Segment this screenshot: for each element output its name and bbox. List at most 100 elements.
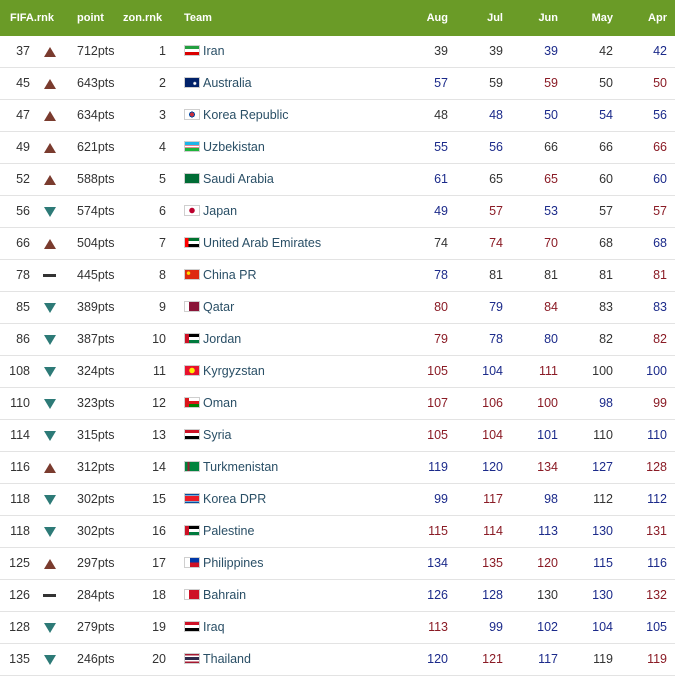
zone-rank: 17 (152, 556, 166, 570)
table-row[interactable]: 66 504pts 7 United Arab Emirates 74 74 70 68 68 (0, 228, 675, 260)
team-name[interactable]: United Arab Emirates (203, 236, 321, 250)
team-name[interactable]: Korea Republic (203, 108, 288, 122)
team-cell[interactable]: Turkmenistan (184, 452, 278, 483)
team-name[interactable]: Japan (203, 204, 237, 218)
table-row[interactable]: 85 389pts 9 Qatar 80 79 84 83 83 (0, 292, 675, 324)
team-cell[interactable]: Qatar (184, 292, 234, 323)
table-row[interactable]: 118 302pts 16 Palestine 115 114 113 130 131 (0, 516, 675, 548)
rank-aug: 80 (434, 300, 448, 314)
rank-may: 57 (599, 204, 613, 218)
team-name[interactable]: Korea DPR (203, 492, 266, 506)
rank-jun: 134 (537, 460, 558, 474)
fifa-rankings-table: FIFA.rnk point zon.rnk Team Aug Jul Jun … (0, 0, 675, 676)
table-row[interactable]: 116 312pts 14 Turkmenistan 119 120 134 127 128 (0, 452, 675, 484)
rank-jul: 121 (482, 652, 503, 666)
team-cell[interactable]: Palestine (184, 516, 254, 547)
team-cell[interactable]: Iran (184, 36, 225, 67)
rank-jul: 99 (489, 620, 503, 634)
team-name[interactable]: Jordan (203, 332, 241, 346)
table-row[interactable]: 56 574pts 6 Japan 49 57 53 57 57 (0, 196, 675, 228)
team-name[interactable]: Uzbekistan (203, 140, 265, 154)
table-row[interactable]: 125 297pts 17 Philippines 134 135 120 115 116 (0, 548, 675, 580)
team-name[interactable]: Iran (203, 44, 225, 58)
team-cell[interactable]: Philippines (184, 548, 263, 579)
header-points[interactable]: point (77, 0, 104, 36)
team-cell[interactable]: Thailand (184, 644, 251, 675)
table-row[interactable]: 108 324pts 11 Kyrgyzstan 105 104 111 100 100 (0, 356, 675, 388)
team-cell[interactable]: Bahrain (184, 580, 246, 611)
header-month-apr[interactable]: Apr (617, 0, 667, 36)
rank-jun: 53 (544, 204, 558, 218)
trend-up-icon (42, 100, 56, 131)
header-zone-rank[interactable]: zon.rnk (123, 0, 162, 36)
team-name[interactable]: Bahrain (203, 588, 246, 602)
table-row[interactable]: 86 387pts 10 Jordan 79 78 80 82 82 (0, 324, 675, 356)
australia-flag-icon (184, 77, 200, 88)
team-name[interactable]: Saudi Arabia (203, 172, 274, 186)
header-team[interactable]: Team (184, 0, 212, 36)
thailand-flag-icon (184, 653, 200, 664)
table-row[interactable]: 118 302pts 15 Korea DPR 99 117 98 112 112 (0, 484, 675, 516)
team-name[interactable]: Australia (203, 76, 252, 90)
table-row[interactable]: 126 284pts 18 Bahrain 126 128 130 130 132 (0, 580, 675, 612)
rank-jun: 102 (537, 620, 558, 634)
fifa-rank: 135 (9, 652, 30, 666)
table-row[interactable]: 37 712pts 1 Iran 39 39 39 42 42 (0, 36, 675, 68)
table-row[interactable]: 110 323pts 12 Oman 107 106 100 98 99 (0, 388, 675, 420)
team-cell[interactable]: Saudi Arabia (184, 164, 274, 195)
rank-apr: 42 (653, 44, 667, 58)
rank-aug: 78 (434, 268, 448, 282)
rank-apr: 131 (646, 524, 667, 538)
team-cell[interactable]: Korea Republic (184, 100, 288, 131)
team-name[interactable]: Qatar (203, 300, 234, 314)
rank-apr: 83 (653, 300, 667, 314)
team-cell[interactable]: Korea DPR (184, 484, 266, 515)
team-cell[interactable]: China PR (184, 260, 257, 291)
team-name[interactable]: Turkmenistan (203, 460, 278, 474)
team-name[interactable]: China PR (203, 268, 257, 282)
zone-rank: 18 (152, 588, 166, 602)
zone-rank: 8 (159, 268, 166, 282)
team-cell[interactable]: Iraq (184, 612, 225, 643)
team-name[interactable]: Syria (203, 428, 231, 442)
team-cell[interactable]: Jordan (184, 324, 241, 355)
header-fifa-rank[interactable]: FIFA.rnk (10, 0, 54, 36)
rank-may: 130 (592, 524, 613, 538)
header-month-aug[interactable]: Aug (398, 0, 448, 36)
header-month-may[interactable]: May (563, 0, 613, 36)
zone-rank: 13 (152, 428, 166, 442)
header-month-jun[interactable]: Jun (508, 0, 558, 36)
rank-jun: 100 (537, 396, 558, 410)
rank-may: 60 (599, 172, 613, 186)
points: 302pts (77, 524, 115, 538)
table-row[interactable]: 128 279pts 19 Iraq 113 99 102 104 105 (0, 612, 675, 644)
team-cell[interactable]: Australia (184, 68, 252, 99)
header-month-jul[interactable]: Jul (453, 0, 503, 36)
team-cell[interactable]: United Arab Emirates (184, 228, 321, 259)
china-flag-icon (184, 269, 200, 280)
rank-may: 81 (599, 268, 613, 282)
team-cell[interactable]: Kyrgyzstan (184, 356, 265, 387)
rank-apr: 116 (647, 556, 667, 570)
table-row[interactable]: 78 445pts 8 China PR 78 81 81 81 81 (0, 260, 675, 292)
fifa-rank: 66 (16, 236, 30, 250)
team-name[interactable]: Iraq (203, 620, 225, 634)
team-name[interactable]: Philippines (203, 556, 263, 570)
team-cell[interactable]: Oman (184, 388, 237, 419)
table-row[interactable]: 114 315pts 13 Syria 105 104 101 110 110 (0, 420, 675, 452)
team-name[interactable]: Kyrgyzstan (203, 364, 265, 378)
rank-jun: 130 (537, 588, 558, 602)
rank-jul: 117 (483, 492, 503, 506)
team-name[interactable]: Oman (203, 396, 237, 410)
table-row[interactable]: 49 621pts 4 Uzbekistan 55 56 66 66 66 (0, 132, 675, 164)
team-cell[interactable]: Uzbekistan (184, 132, 265, 163)
table-row[interactable]: 135 246pts 20 Thailand 120 121 117 119 119 (0, 644, 675, 676)
team-name[interactable]: Palestine (203, 524, 254, 538)
table-body: 37 712pts 1 Iran 39 39 39 42 42 45 643pts 2 Australi… (0, 36, 675, 676)
table-row[interactable]: 52 588pts 5 Saudi Arabia 61 65 65 60 60 (0, 164, 675, 196)
trend-up-icon (42, 164, 56, 195)
team-cell[interactable]: Japan (184, 196, 237, 227)
table-row[interactable]: 47 634pts 3 Korea Republic 48 48 50 54 56 (0, 100, 675, 132)
table-row[interactable]: 45 643pts 2 Australia 57 59 59 50 50 (0, 68, 675, 100)
team-cell[interactable]: Syria (184, 420, 231, 451)
